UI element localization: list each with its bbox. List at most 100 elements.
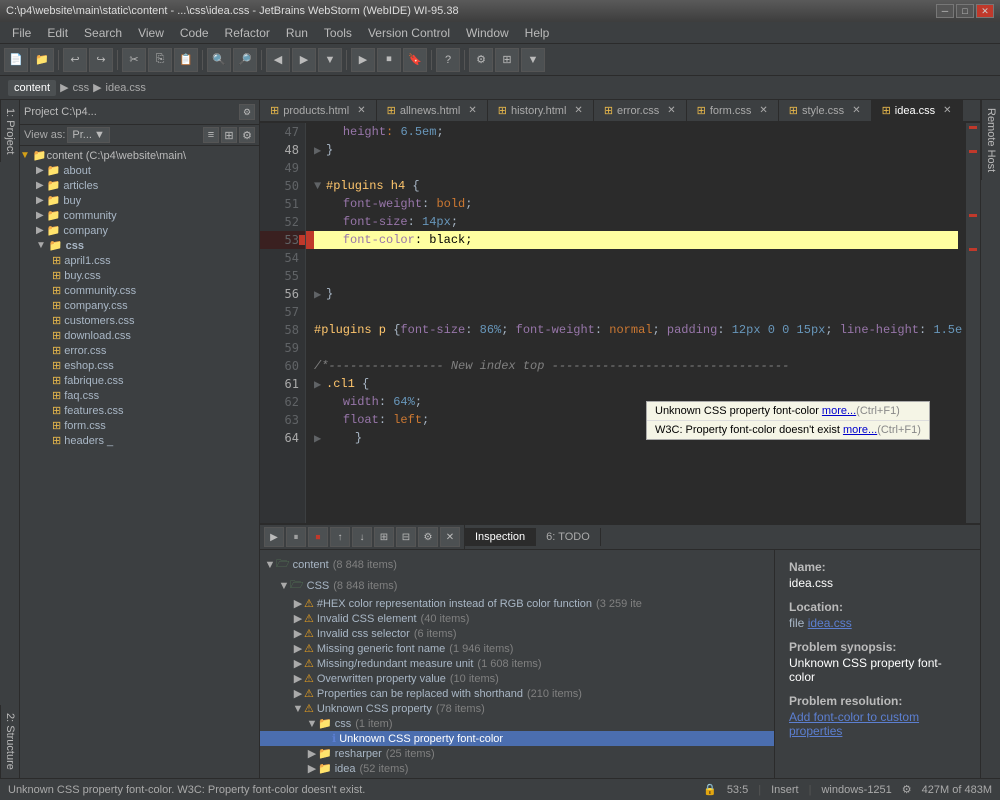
menu-run[interactable]: Run (278, 24, 316, 42)
close-allnews-tab[interactable]: ✕ (468, 105, 476, 116)
settings-icon[interactable]: ⚙ (902, 783, 912, 796)
menu-help[interactable]: Help (517, 24, 558, 42)
close-style-tab[interactable]: ✕ (852, 105, 860, 116)
structure-tab[interactable]: 2: Structure (0, 705, 19, 778)
expand-overwritten[interactable]: ▶ (292, 672, 304, 685)
tree-fabrique-css[interactable]: ⊞ fabrique.css (20, 373, 259, 388)
breadcrumb-file[interactable]: idea.css (106, 82, 146, 94)
tree-eshop-css[interactable]: ⊞ eshop.css (20, 358, 259, 373)
tree-buy[interactable]: ▶ 📁 buy (20, 193, 259, 208)
settings-insp[interactable]: ⚙ (418, 527, 438, 547)
paste-button[interactable]: 📋 (174, 48, 198, 72)
tree-css[interactable]: ▼ 📁 css (20, 238, 259, 253)
expand-css-sub[interactable]: ▼ (306, 718, 318, 730)
settings2-button[interactable]: ⊞ (495, 48, 519, 72)
insp-shorthand[interactable]: ▶ ⚠ Properties can be replaced with shor… (260, 686, 774, 701)
insp-css-subfolder[interactable]: ▼ 📁 css (1 item) (260, 716, 774, 731)
open-button[interactable]: 📁 (30, 48, 54, 72)
tree-customers-css[interactable]: ⊞ customers.css (20, 313, 259, 328)
close-form-tab[interactable]: ✕ (759, 105, 767, 116)
tree-root[interactable]: ▼ 📁 content (C:\p4\website\main\ (20, 148, 259, 163)
breadcrumb-content[interactable]: content (8, 80, 56, 96)
remote-host-tab[interactable]: Remote Host (981, 100, 1000, 180)
redo-button[interactable]: ↪ (89, 48, 113, 72)
insp-invalid-css[interactable]: ▶ ⚠ Invalid CSS element (40 items) (260, 611, 774, 626)
export-item[interactable]: ⊟ (396, 527, 416, 547)
insp-hex-color[interactable]: ▶ ⚠ #HEX color representation instead of… (260, 596, 774, 611)
insp-root-content[interactable]: ▼ 🗁 content (8 848 items) (260, 554, 774, 575)
tooltip-row-2[interactable]: W3C: Property font-color doesn't exist m… (647, 421, 929, 439)
tree-community-css[interactable]: ⊞ community.css (20, 283, 259, 298)
expand-font[interactable]: ▶ (292, 642, 304, 655)
menu-window[interactable]: Window (458, 24, 517, 42)
tab-form-css[interactable]: ⊞ form.css ✕ (687, 100, 779, 121)
nav-more[interactable]: ▼ (318, 48, 342, 72)
tree-headers-css[interactable]: ⊞ headers _ (20, 433, 259, 448)
tree-company[interactable]: ▶ 📁 company (20, 223, 259, 238)
expand-measure[interactable]: ▶ (292, 657, 304, 670)
expand-idea[interactable]: ▶ (306, 762, 318, 775)
menu-tools[interactable]: Tools (316, 24, 360, 42)
insp-invalid-selector[interactable]: ▶ ⚠ Invalid css selector (6 items) (260, 626, 774, 641)
tab-todo[interactable]: 6: TODO (536, 528, 601, 546)
expand-css-root[interactable]: ▼ (278, 580, 290, 592)
menu-refactor[interactable]: Refactor (217, 24, 278, 42)
tab-idea-css[interactable]: ⊞ idea.css ✕ (872, 100, 963, 123)
expand-selector[interactable]: ▶ (292, 627, 304, 640)
menu-search[interactable]: Search (76, 24, 130, 42)
expand-unknown[interactable]: ▼ (292, 703, 304, 715)
tab-allnews-html[interactable]: ⊞ allnews.html ✕ (377, 100, 488, 121)
back-button[interactable]: ◀ (266, 48, 290, 72)
pause-insp[interactable]: ⏸ (286, 527, 306, 547)
tree-download-css[interactable]: ⊞ download.css (20, 328, 259, 343)
view-as-dropdown[interactable]: Pr... ▼ (67, 127, 109, 143)
menu-code[interactable]: Code (172, 24, 217, 42)
tree-company-css[interactable]: ⊞ company.css (20, 298, 259, 313)
tree-buy-css[interactable]: ⊞ buy.css (20, 268, 259, 283)
expand-invalid-css[interactable]: ▶ (292, 612, 304, 625)
help-button[interactable]: ? (436, 48, 460, 72)
bookmark-button[interactable]: 🔖 (403, 48, 427, 72)
menu-vcs[interactable]: Version Control (360, 24, 458, 42)
close-button[interactable]: ✕ (976, 4, 994, 18)
run-button[interactable]: ▶ (351, 48, 375, 72)
find-button[interactable]: 🔍 (207, 48, 231, 72)
insp-idea[interactable]: ▶ 📁 idea (52 items) (260, 761, 774, 776)
tree-april1[interactable]: ⊞ april1.css (20, 253, 259, 268)
insp-missing-font[interactable]: ▶ ⚠ Missing generic font name (1 946 ite… (260, 641, 774, 656)
expand-hex[interactable]: ▶ (292, 597, 304, 610)
find2-button[interactable]: 🔎 (233, 48, 257, 72)
insp-css-root[interactable]: ▼ 🗁 CSS (8 848 items) (260, 575, 774, 596)
cut-button[interactable]: ✂ (122, 48, 146, 72)
maximize-button[interactable]: □ (956, 4, 974, 18)
breadcrumb-css[interactable]: css (73, 82, 90, 94)
insp-resharper[interactable]: ▶ 📁 resharper (25 items) (260, 746, 774, 761)
code-content[interactable]: height: 6.5em; ▶} ▼#plugins h4 { font-we… (306, 123, 966, 523)
expand-item[interactable]: ⊞ (374, 527, 394, 547)
insp-unknown-css[interactable]: ▼ ⚠ Unknown CSS property (78 items) (260, 701, 774, 716)
tree-error-css[interactable]: ⊞ error.css (20, 343, 259, 358)
tab-products-html[interactable]: ⊞ products.html ✕ (260, 100, 377, 121)
project-tab[interactable]: 1: Project (0, 100, 19, 162)
next-item[interactable]: ↓ (352, 527, 372, 547)
run-insp[interactable]: ▶ (264, 527, 284, 547)
tab-history-html[interactable]: ⊞ history.html ✕ (488, 100, 594, 121)
minimize-button[interactable]: ─ (936, 4, 954, 18)
tab-style-css[interactable]: ⊞ style.css ✕ (779, 100, 872, 121)
tooltip-row-1[interactable]: Unknown CSS property font-color more...(… (647, 402, 929, 421)
close-insp[interactable]: ✕ (440, 527, 460, 547)
menu-edit[interactable]: Edit (39, 24, 76, 42)
prev-item[interactable]: ↑ (330, 527, 350, 547)
collapse-all[interactable]: ≡ (203, 127, 219, 143)
tree-articles[interactable]: ▶ 📁 articles (20, 178, 259, 193)
undo-button[interactable]: ↩ (63, 48, 87, 72)
tree-faq-css[interactable]: ⊞ faq.css (20, 388, 259, 403)
tree-community[interactable]: ▶ 📁 community (20, 208, 259, 223)
sidebar-settings[interactable]: ⚙ (239, 104, 255, 120)
copy-button[interactable]: ⎘ (148, 48, 172, 72)
expand-resharper[interactable]: ▶ (306, 747, 318, 760)
close-history-tab[interactable]: ✕ (574, 105, 582, 116)
expand-all[interactable]: ⊞ (221, 127, 237, 143)
code-editor[interactable]: 47 48 49 50 51 52 53 54 55 56 57 58 59 6… (260, 123, 980, 523)
close-products-tab[interactable]: ✕ (357, 105, 365, 116)
